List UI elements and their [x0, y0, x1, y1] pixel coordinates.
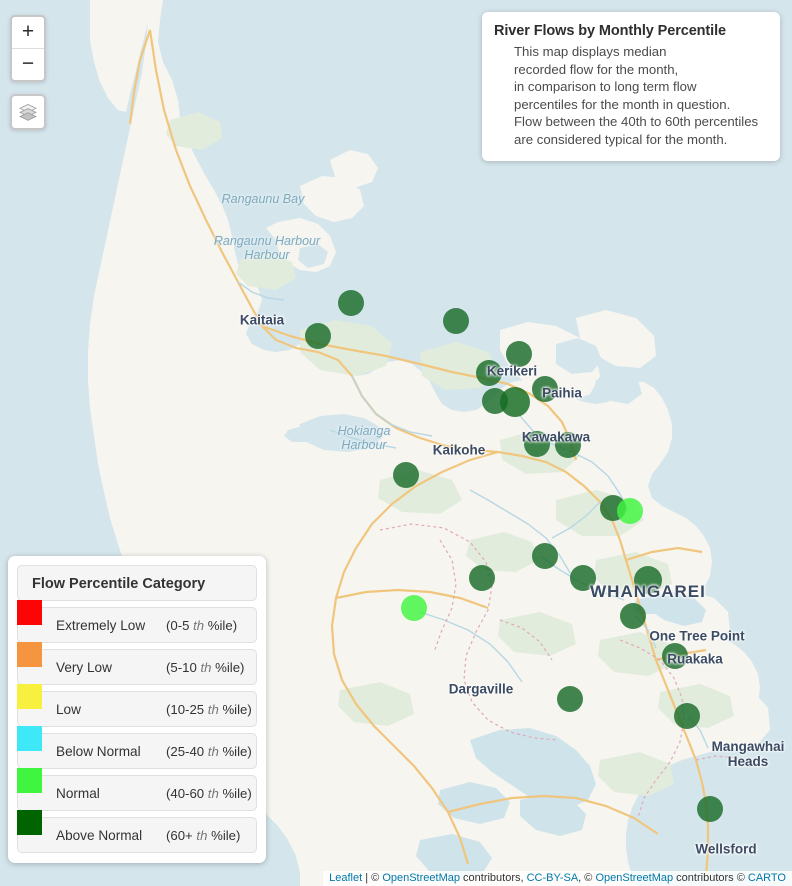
flow-station-marker[interactable]: [674, 703, 700, 729]
legend-range-th: th: [204, 701, 223, 717]
legend-range-th: th: [204, 785, 223, 801]
flow-station-marker[interactable]: [617, 498, 643, 524]
info-panel-line: percentiles for the month in question.: [514, 96, 731, 112]
legend-range-suffix: %ile): [215, 659, 245, 675]
info-panel-line: are considered typical for the month.: [514, 131, 728, 147]
legend-items: Extremely Low (0-5 th %ile) Very Low (5-10 …: [17, 600, 257, 853]
legend-item-range: (25-40 th %ile): [166, 744, 252, 759]
legend-color-swatch: [17, 600, 42, 625]
legend-color-swatch: [17, 810, 42, 835]
legend-range-suffix: %ile): [222, 701, 252, 717]
attr-contributors-1: contributors,: [459, 872, 527, 884]
flow-station-marker[interactable]: [557, 686, 583, 712]
legend-range-suffix: %ile): [207, 617, 238, 633]
legend-range-suffix: %ile): [222, 743, 252, 759]
legend-color-swatch: [17, 684, 42, 709]
zoom-in-button[interactable]: +: [12, 17, 44, 48]
openstreetmap-link-2[interactable]: OpenStreetMap: [595, 872, 673, 884]
legend-item-label: Above Normal: [56, 827, 143, 843]
legend-range-value: (25-40: [166, 743, 205, 759]
flow-station-marker[interactable]: [555, 432, 581, 458]
flow-station-marker[interactable]: [401, 595, 427, 621]
legend-item-range: (60+ th %ile): [166, 828, 240, 843]
flow-station-marker[interactable]: [393, 462, 419, 488]
legend-range-th: th: [189, 617, 208, 633]
zoom-out-button[interactable]: −: [12, 48, 44, 80]
flow-station-marker[interactable]: [620, 603, 646, 629]
legend-range-value: (5-10: [166, 659, 197, 675]
info-panel-line: This map displays median: [514, 44, 667, 59]
map-controls[interactable]: + −: [10, 15, 46, 130]
info-panel-line: in comparison to long term flow: [514, 79, 697, 95]
legend-item-label: Normal: [56, 785, 100, 801]
openstreetmap-link-1[interactable]: OpenStreetMap: [382, 872, 460, 884]
legend-item-label: Low: [56, 701, 81, 717]
legend-range-value: (0-5: [166, 617, 190, 633]
info-panel: River Flows by Monthly Percentile This m…: [482, 12, 780, 162]
info-panel-line: Flow between the 40th to 60th percentile…: [514, 114, 759, 130]
flow-station-marker[interactable]: [532, 376, 558, 402]
flow-station-marker[interactable]: [506, 341, 532, 367]
legend-item[interactable]: Above Normal (60+ th %ile): [17, 810, 257, 853]
map-container[interactable]: Rangaunu Bay Rangaunu Harbour Harbour Kaita…: [0, 0, 792, 886]
legend-range-th: th: [196, 659, 216, 675]
info-panel-line: recorded flow for the month,: [514, 61, 679, 77]
flow-station-marker[interactable]: [305, 323, 331, 349]
legend-title: Flow Percentile Category: [17, 565, 257, 601]
legend-panel: Flow Percentile Category Extremely Low (0…: [8, 556, 266, 863]
flow-station-marker[interactable]: [476, 360, 502, 386]
legend-color-swatch: [17, 726, 42, 751]
legend-item-label: Below Normal: [56, 743, 141, 759]
flow-station-marker[interactable]: [662, 643, 688, 669]
legend-item-range: (10-25 th %ile): [166, 702, 252, 717]
legend-range-suffix: %ile): [222, 785, 252, 801]
legend-item-range: (40-60 th %ile): [166, 786, 252, 801]
legend-item-range: (0-5 th %ile): [166, 618, 237, 633]
attr-copyright-3: ©: [736, 872, 748, 884]
legend-item[interactable]: Extremely Low (0-5 th %ile): [17, 600, 257, 643]
legend-item[interactable]: Normal (40-60 th %ile): [17, 768, 257, 811]
flow-station-marker[interactable]: [634, 566, 662, 594]
legend-range-value: (10-25: [166, 701, 205, 717]
flow-station-marker[interactable]: [469, 565, 495, 591]
legend-range-th: th: [204, 743, 223, 759]
attr-copyright-1: ©: [371, 872, 383, 884]
license-link[interactable]: CC-BY-SA: [527, 872, 579, 884]
legend-item[interactable]: Below Normal (25-40 th %ile): [17, 726, 257, 769]
legend-color-swatch: [17, 768, 42, 793]
info-panel-title: River Flows by Monthly Percentile: [494, 23, 726, 39]
attr-contributors-2: contributors: [673, 872, 737, 884]
legend-item[interactable]: Low (10-25 th %ile): [17, 684, 257, 727]
layers-icon: [19, 104, 37, 121]
legend-item-range: (5-10 th %ile): [166, 660, 244, 675]
legend-range-value: (60+: [166, 827, 193, 843]
carto-link[interactable]: CARTO: [748, 872, 786, 884]
attr-sep-1: |: [362, 872, 372, 884]
zoom-control[interactable]: + −: [10, 15, 46, 82]
legend-range-th: th: [192, 827, 212, 843]
flow-station-marker[interactable]: [500, 387, 530, 417]
layers-control-button[interactable]: [10, 94, 46, 130]
flow-station-marker[interactable]: [524, 431, 550, 457]
legend-color-swatch: [17, 642, 42, 667]
flow-station-marker[interactable]: [532, 543, 558, 569]
attribution-bar[interactable]: Leaflet | © OpenStreetMap contributors, …: [323, 871, 792, 886]
legend-item-label: Extremely Low: [56, 617, 146, 633]
legend-range-suffix: %ile): [211, 827, 241, 843]
legend-item-label: Very Low: [56, 659, 112, 675]
info-panel-body: This map displays median recorded flow fo…: [494, 43, 768, 148]
legend-range-value: (40-60: [166, 785, 205, 801]
flow-station-marker[interactable]: [338, 290, 364, 316]
legend-item[interactable]: Very Low (5-10 th %ile): [17, 642, 257, 685]
flow-station-marker[interactable]: [570, 565, 596, 591]
leaflet-link[interactable]: Leaflet: [329, 872, 362, 884]
flow-station-marker[interactable]: [697, 796, 723, 822]
flow-station-marker[interactable]: [443, 308, 469, 334]
attr-copyright-2: ©: [584, 872, 596, 884]
